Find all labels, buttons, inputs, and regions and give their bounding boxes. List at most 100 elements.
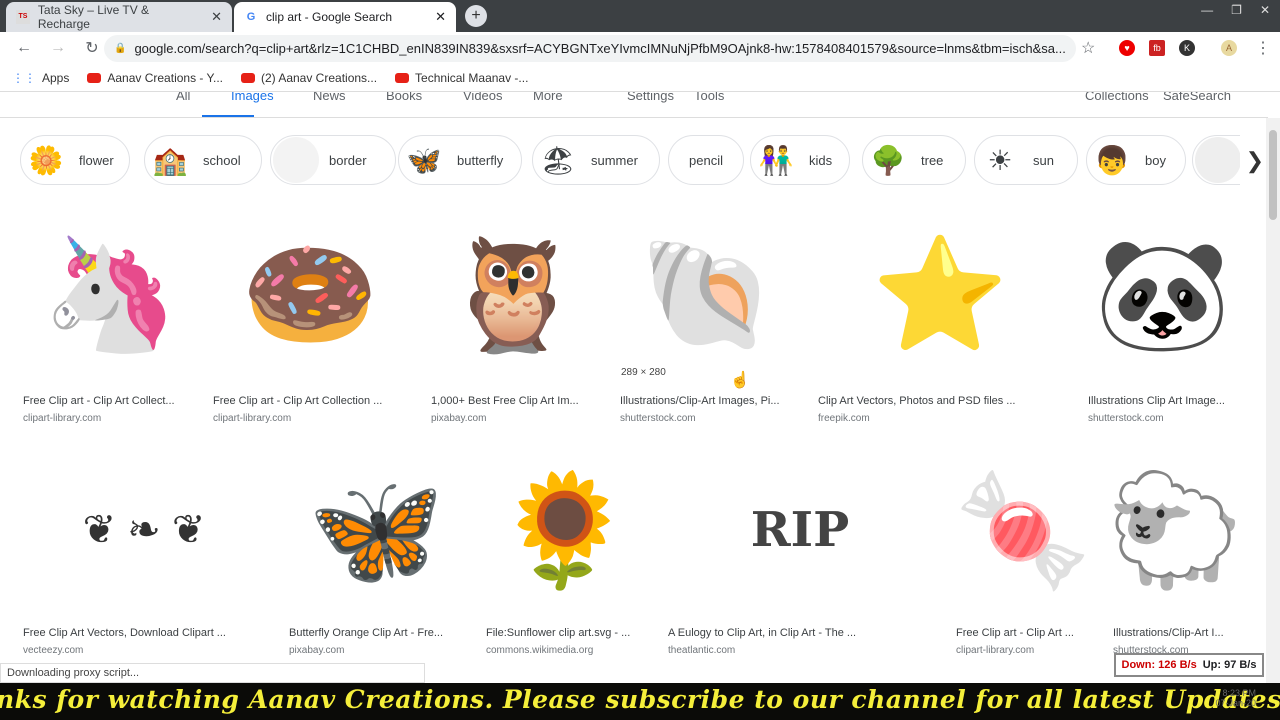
scrollbar-thumb[interactable] bbox=[1269, 130, 1277, 220]
tab-tata-sky[interactable]: TS Tata Sky – Live TV & Recharge ✕ bbox=[6, 2, 232, 32]
nav-videos[interactable]: Videos bbox=[463, 92, 503, 103]
window-controls: — ❐ ✕ bbox=[1201, 3, 1270, 17]
bookmark-item[interactable]: Technical Maanav -... bbox=[395, 71, 528, 85]
tab-google-search[interactable]: G clip art - Google Search ✕ bbox=[234, 2, 456, 32]
result-source[interactable]: pixabay.com bbox=[431, 413, 486, 424]
result-source[interactable]: vecteezy.com bbox=[23, 645, 83, 656]
minimize-icon[interactable]: — bbox=[1201, 3, 1213, 17]
kids-thumbnail-icon: 👫 bbox=[758, 144, 794, 176]
related-search-chips: 🌼 flower 🏫 school border 🦋 butterfly 🏖 summe… bbox=[20, 135, 1240, 185]
download-speed: Down: 126 B/s bbox=[1121, 659, 1197, 671]
result-title[interactable]: 1,000+ Best Free Clip Art Im... bbox=[431, 395, 579, 407]
result-source[interactable]: clipart-library.com bbox=[956, 645, 1034, 656]
chip-more[interactable] bbox=[1192, 135, 1240, 185]
image-result-thumbnail[interactable]: 🐑 bbox=[1110, 445, 1240, 615]
result-title[interactable]: Free Clip art - Clip Art ... bbox=[956, 627, 1074, 639]
nav-collections[interactable]: Collections bbox=[1085, 92, 1149, 103]
nav-news[interactable]: News bbox=[313, 92, 346, 103]
chip-pencil[interactable]: pencil bbox=[668, 135, 744, 185]
image-result-thumbnail[interactable]: 🐚 bbox=[617, 203, 797, 385]
back-icon[interactable]: ← bbox=[14, 39, 34, 57]
chip-label: pencil bbox=[689, 152, 723, 168]
result-source[interactable]: shutterstock.com bbox=[1088, 413, 1164, 424]
google-search-nav: All Images News Books Videos More Settin… bbox=[0, 92, 1268, 118]
image-result-thumbnail[interactable]: ⭐ bbox=[815, 203, 1065, 385]
menu-icon[interactable]: ⋮ bbox=[1255, 38, 1271, 58]
result-title[interactable]: Illustrations Clip Art Image... bbox=[1088, 395, 1225, 407]
maximize-icon[interactable]: ❐ bbox=[1231, 3, 1242, 17]
nav-tools[interactable]: Tools bbox=[694, 92, 724, 103]
chip-label: kids bbox=[809, 152, 833, 168]
image-result-thumbnail[interactable]: RIP bbox=[665, 445, 935, 615]
new-tab-button[interactable]: + bbox=[465, 5, 487, 27]
result-title[interactable]: Free Clip art - Clip Art Collect... bbox=[23, 395, 175, 407]
chevron-right-icon[interactable]: ❯ bbox=[1246, 148, 1264, 174]
nav-books[interactable]: Books bbox=[386, 92, 422, 103]
image-result-thumbnail[interactable]: ❦ ❧ ❦ bbox=[20, 445, 268, 615]
image-result-thumbnail[interactable]: 🐼 bbox=[1085, 203, 1240, 385]
butterfly-thumbnail-icon: 🦋 bbox=[406, 144, 442, 176]
school-thumbnail-icon: 🏫 bbox=[152, 144, 188, 176]
chip-tree[interactable]: 🌳 tree bbox=[862, 135, 966, 185]
boy-thumbnail-icon: 👦 bbox=[1094, 144, 1130, 176]
bookmark-star-icon[interactable]: ☆ bbox=[1081, 38, 1095, 58]
close-tab-icon[interactable]: ✕ bbox=[211, 9, 222, 25]
nav-safesearch[interactable]: SafeSearch bbox=[1163, 92, 1231, 103]
youtube-icon bbox=[395, 72, 410, 83]
result-title[interactable]: File:Sunflower clip art.svg - ... bbox=[486, 627, 630, 639]
result-title[interactable]: Clip Art Vectors, Photos and PSD files .… bbox=[818, 395, 1015, 407]
scrollbar[interactable] bbox=[1266, 118, 1280, 683]
flower-thumbnail-icon: 🌼 bbox=[28, 144, 64, 176]
image-result-thumbnail[interactable]: 🦉 bbox=[428, 203, 598, 385]
chip-flower[interactable]: 🌼 flower bbox=[20, 135, 130, 185]
result-source[interactable]: freepik.com bbox=[818, 413, 870, 424]
result-title[interactable]: Free Clip Art Vectors, Download Clipart … bbox=[23, 627, 226, 639]
extension-fb-icon[interactable]: fb bbox=[1149, 40, 1165, 56]
extension-k-icon[interactable]: K bbox=[1179, 40, 1195, 56]
url-input[interactable]: 🔒 google.com/search?q=clip+art&rlz=1C1CH… bbox=[104, 35, 1076, 62]
result-source[interactable]: shutterstock.com bbox=[620, 413, 696, 424]
image-result-thumbnail[interactable]: 🍩 bbox=[210, 203, 410, 385]
image-result-thumbnail[interactable]: 🌻 bbox=[483, 445, 645, 615]
chip-label: flower bbox=[79, 152, 114, 168]
close-tab-icon[interactable]: ✕ bbox=[435, 9, 446, 25]
profile-avatar[interactable]: A bbox=[1221, 40, 1237, 56]
forward-icon[interactable]: → bbox=[48, 39, 68, 57]
result-source[interactable]: clipart-library.com bbox=[23, 413, 101, 424]
nav-settings[interactable]: Settings bbox=[627, 92, 674, 103]
image-result-thumbnail[interactable]: 🦋 bbox=[286, 445, 466, 615]
result-source[interactable]: clipart-library.com bbox=[213, 413, 291, 424]
result-title[interactable]: Butterfly Orange Clip Art - Fre... bbox=[289, 627, 443, 639]
clock-date: 07-Jan-20 bbox=[1215, 698, 1256, 708]
result-source[interactable]: commons.wikimedia.org bbox=[486, 645, 593, 656]
bookmark-item[interactable]: (2) Aanav Creations... bbox=[240, 71, 377, 85]
tree-thumbnail-icon: 🌳 bbox=[870, 144, 906, 176]
result-title[interactable]: Free Clip art - Clip Art Collection ... bbox=[213, 395, 382, 407]
reload-icon[interactable]: ↻ bbox=[82, 38, 102, 58]
bookmark-item[interactable]: Aanav Creations - Y... bbox=[87, 71, 223, 85]
chip-school[interactable]: 🏫 school bbox=[144, 135, 262, 185]
image-result-thumbnail[interactable]: 🍬 bbox=[953, 445, 1093, 615]
nav-images[interactable]: Images bbox=[231, 92, 274, 103]
result-source[interactable]: pixabay.com bbox=[289, 645, 344, 656]
result-title[interactable]: Illustrations/Clip-Art I... bbox=[1113, 627, 1224, 639]
nav-all[interactable]: All bbox=[176, 92, 190, 103]
chip-kids[interactable]: 👫 kids bbox=[750, 135, 850, 185]
chip-border[interactable]: border bbox=[270, 135, 396, 185]
bookmark-label: Apps bbox=[42, 70, 70, 85]
chip-butterfly[interactable]: 🦋 butterfly bbox=[398, 135, 522, 185]
nav-more[interactable]: More bbox=[533, 92, 563, 103]
close-window-icon[interactable]: ✕ bbox=[1260, 3, 1270, 17]
chip-sun[interactable]: ☀ sun bbox=[974, 135, 1078, 185]
chip-label: border bbox=[329, 152, 367, 168]
chip-boy[interactable]: 👦 boy bbox=[1086, 135, 1186, 185]
result-title[interactable]: Illustrations/Clip-Art Images, Pi... bbox=[620, 395, 780, 407]
extension-heart-icon[interactable]: ♥ bbox=[1119, 40, 1135, 56]
bookmark-apps[interactable]: ⋮⋮ Apps bbox=[12, 71, 69, 85]
chip-label: sun bbox=[1033, 152, 1054, 168]
chip-summer[interactable]: 🏖 summer bbox=[532, 135, 660, 185]
result-source[interactable]: theatlantic.com bbox=[668, 645, 735, 656]
image-result-thumbnail[interactable]: 🦄 bbox=[20, 203, 200, 385]
result-title[interactable]: A Eulogy to Clip Art, in Clip Art - The … bbox=[668, 627, 856, 639]
chip-label: butterfly bbox=[457, 152, 504, 168]
